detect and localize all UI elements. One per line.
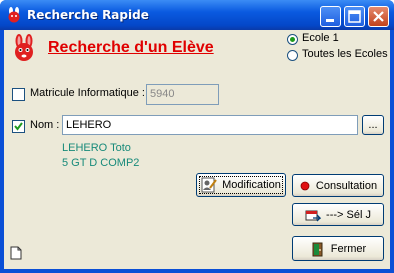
result-student-name: LEHERO Toto [62, 142, 131, 154]
window-title: Recherche Rapide [27, 8, 149, 22]
radio-ecole-1-label[interactable]: Ecole 1 [302, 32, 339, 44]
nom-label: Nom : [30, 119, 60, 131]
browse-button[interactable]: ... [362, 115, 384, 135]
edit-user-icon [201, 177, 217, 193]
browse-button-label: ... [368, 119, 378, 131]
matricule-checkbox[interactable] [12, 88, 25, 101]
document-icon [10, 246, 22, 260]
exit-door-icon [312, 242, 323, 256]
fermer-label: Fermer [330, 242, 367, 255]
result-student-class: 5 GT D COMP2 [62, 157, 140, 169]
radio-toutes-ecoles-label[interactable]: Toutes les Ecoles [302, 48, 388, 60]
consultation-label: Consultation [315, 179, 378, 192]
nom-input[interactable]: LEHERO [62, 115, 358, 135]
select-day-icon [305, 210, 322, 221]
check-mark-icon [14, 122, 23, 131]
maximize-button[interactable] [344, 6, 365, 27]
sel-j-label: ---> Sél J [326, 208, 371, 221]
rabbit-app-icon [8, 7, 20, 23]
minimize-button[interactable] [320, 6, 341, 27]
maximize-icon [348, 10, 361, 23]
matricule-field[interactable]: 5940 [146, 84, 219, 105]
title-bar[interactable]: Recherche Rapide [0, 0, 394, 30]
consultation-button[interactable]: Consultation [292, 174, 384, 197]
sel-j-button[interactable]: ---> Sél J [292, 203, 384, 226]
red-dot-icon [300, 181, 310, 190]
matricule-label: Matricule Informatique : [30, 87, 145, 99]
close-icon [373, 11, 384, 22]
minimize-icon [326, 19, 334, 22]
fermer-button[interactable]: Fermer [292, 236, 384, 261]
page-heading: Recherche d'un Elève [48, 39, 214, 56]
radio-toutes-ecoles[interactable] [287, 50, 298, 61]
modification-button[interactable]: Modification [196, 173, 286, 197]
nom-checkbox[interactable] [12, 120, 25, 133]
rabbit-logo-icon [15, 34, 33, 61]
close-button[interactable] [368, 6, 389, 27]
radio-selected-dot [290, 37, 295, 42]
radio-ecole-1[interactable] [287, 34, 298, 45]
modification-label: Modification [222, 179, 281, 191]
